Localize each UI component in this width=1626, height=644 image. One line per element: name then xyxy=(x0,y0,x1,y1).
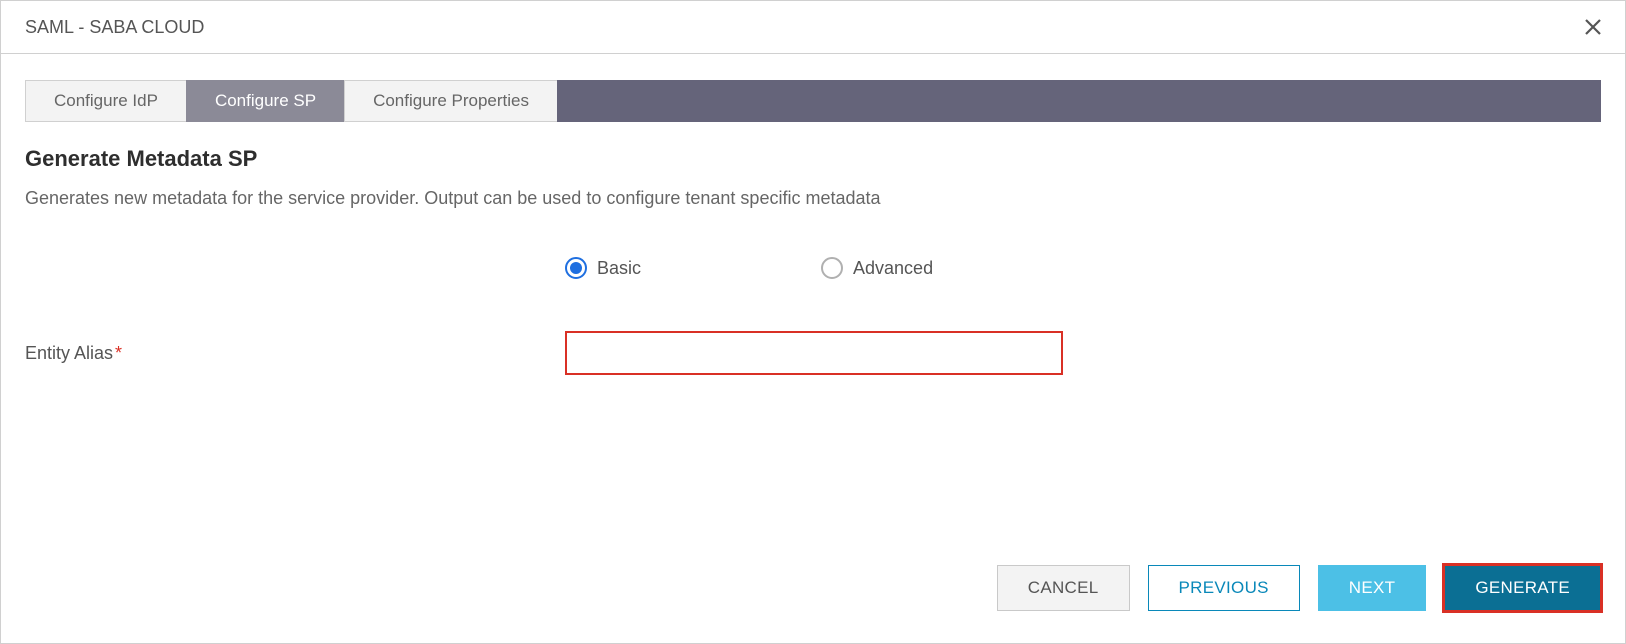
modal-title: SAML - SABA CLOUD xyxy=(25,17,204,38)
close-button[interactable] xyxy=(1581,15,1605,39)
close-icon xyxy=(1583,17,1603,37)
tab-filler xyxy=(557,80,1601,122)
required-mark: * xyxy=(115,343,122,363)
tab-configure-sp[interactable]: Configure SP xyxy=(186,80,345,122)
radio-basic[interactable]: Basic xyxy=(565,257,641,279)
tab-configure-properties[interactable]: Configure Properties xyxy=(344,80,558,122)
section-description: Generates new metadata for the service p… xyxy=(25,188,1601,209)
modal-header: SAML - SABA CLOUD xyxy=(1,1,1625,54)
radio-icon xyxy=(821,257,843,279)
section-title: Generate Metadata SP xyxy=(25,146,1601,172)
modal-footer: CANCEL PREVIOUS NEXT GENERATE xyxy=(25,565,1601,623)
radio-advanced-label: Advanced xyxy=(853,258,933,279)
saml-config-modal: SAML - SABA CLOUD Configure IdP Configur… xyxy=(0,0,1626,644)
next-button[interactable]: NEXT xyxy=(1318,565,1427,611)
mode-radio-group: Basic Advanced xyxy=(25,257,1601,279)
radio-icon xyxy=(565,257,587,279)
tab-configure-idp[interactable]: Configure IdP xyxy=(25,80,187,122)
entity-alias-label: Entity Alias* xyxy=(25,343,565,364)
tab-bar: Configure IdP Configure SP Configure Pro… xyxy=(25,80,1601,122)
entity-alias-input[interactable] xyxy=(565,331,1063,375)
radio-advanced[interactable]: Advanced xyxy=(821,257,933,279)
cancel-button[interactable]: CANCEL xyxy=(997,565,1130,611)
entity-alias-row: Entity Alias* xyxy=(25,331,1601,375)
modal-body: Configure IdP Configure SP Configure Pro… xyxy=(1,54,1625,643)
entity-alias-label-text: Entity Alias xyxy=(25,343,113,363)
generate-button[interactable]: GENERATE xyxy=(1444,565,1601,611)
radio-basic-label: Basic xyxy=(597,258,641,279)
previous-button[interactable]: PREVIOUS xyxy=(1148,565,1300,611)
